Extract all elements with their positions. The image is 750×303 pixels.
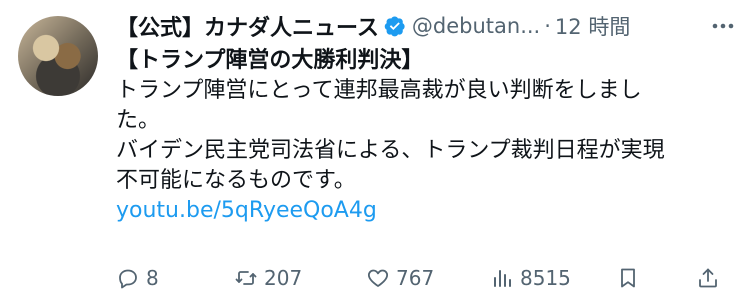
share-icon bbox=[699, 268, 717, 288]
heart-icon bbox=[368, 269, 388, 287]
reply-count: 8 bbox=[146, 266, 159, 290]
tweet-header: 【公式】カナダ人ニュース @debutan... · 12 時間 bbox=[116, 8, 736, 44]
separator-dot: · bbox=[544, 14, 551, 38]
post-line-3: バイデン民主党司法省による、トランプ裁判日程が実現 bbox=[116, 138, 665, 163]
author-handle[interactable]: @debutan... bbox=[412, 14, 540, 38]
like-button[interactable]: 767 bbox=[366, 266, 434, 290]
share-button[interactable] bbox=[696, 266, 726, 290]
reply-button[interactable]: 8 bbox=[116, 266, 159, 290]
tweet-card[interactable]: 【公式】カナダ人ニュース @debutan... · 12 時間 【トランプ陣営… bbox=[0, 0, 750, 303]
bookmark-button[interactable] bbox=[616, 266, 646, 290]
like-count: 767 bbox=[396, 266, 435, 290]
post-line-1: トランプ陣営にとって連邦最高裁が良い判断をしまし bbox=[116, 78, 642, 103]
repost-button[interactable]: 207 bbox=[234, 266, 302, 290]
more-options-icon[interactable] bbox=[710, 16, 736, 36]
avatar[interactable] bbox=[18, 16, 98, 96]
views-button[interactable]: 8515 bbox=[490, 266, 571, 290]
post-line-4: 不可能になるものです。 bbox=[116, 168, 356, 193]
post-headline: 【トランプ陣営の大勝利判決】 bbox=[116, 48, 424, 73]
action-bar: 8 207 767 8515 bbox=[116, 260, 726, 296]
verified-badge-icon bbox=[384, 16, 405, 37]
post-time[interactable]: 12 時間 bbox=[555, 11, 630, 41]
author-name[interactable]: 【公式】カナダ人ニュース bbox=[116, 10, 379, 42]
post-link[interactable]: youtu.be/5qRyeeQoA4g bbox=[116, 196, 736, 226]
views-count: 8515 bbox=[520, 266, 571, 290]
reply-icon bbox=[119, 269, 137, 289]
views-chart-icon bbox=[494, 270, 511, 287]
post-line-2: た。 bbox=[116, 108, 161, 133]
repost-icon bbox=[235, 271, 257, 285]
tweet-text: 【トランプ陣営の大勝利判決】 トランプ陣営にとって連邦最高裁が良い判断をしまし … bbox=[116, 46, 736, 226]
tweet-content: 【公式】カナダ人ニュース @debutan... · 12 時間 【トランプ陣営… bbox=[116, 8, 736, 226]
repost-count: 207 bbox=[264, 266, 303, 290]
bookmark-icon bbox=[621, 268, 635, 288]
